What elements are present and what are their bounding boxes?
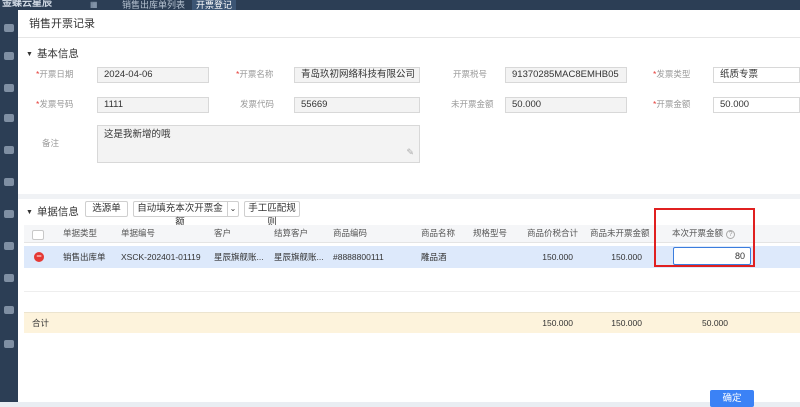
nav-home-icon[interactable]: [4, 24, 14, 32]
cell-uninvoiced: 150.000: [611, 252, 642, 262]
totals-tax-total: 150.000: [542, 318, 573, 328]
dialog-title: 销售开票记录: [18, 10, 800, 38]
invoice-amount-field[interactable]: 50.000: [713, 97, 800, 113]
basic-info-title: 基本信息: [36, 48, 79, 60]
col-product-name: 商品名称: [421, 228, 456, 238]
delete-row-icon[interactable]: −: [34, 252, 44, 262]
nav-sales-icon[interactable]: [4, 84, 14, 92]
cell-doc-type: 销售出库单: [63, 252, 106, 262]
nav-cart-icon[interactable]: [4, 274, 14, 282]
top-bar: 金蝶云星辰 ▦ 销售出库单列表 开票登记: [0, 0, 800, 10]
uninvoiced-amount-label: 未开票金额: [451, 99, 494, 109]
col-customer: 客户: [214, 228, 232, 238]
invoice-code-label: 发票代码: [240, 99, 275, 109]
collapse-triangle-icon: ▼: [26, 209, 33, 216]
manual-match-rule-button[interactable]: 手工匹配规则: [244, 201, 300, 228]
totals-uninvoiced: 150.000: [611, 318, 642, 328]
cell-settle-customer: 星辰旗舰账...: [274, 252, 324, 262]
invoice-date-field[interactable]: 2024-04-06: [97, 67, 209, 83]
invoice-name-label: *开票名称: [236, 69, 274, 79]
col-doc-type: 单据类型: [63, 228, 98, 238]
confirm-button[interactable]: 确定: [710, 390, 754, 407]
highlight-box: [654, 208, 755, 267]
remark-text: 这是我新增的哦: [104, 129, 171, 140]
section-divider: [18, 194, 800, 199]
nav-more-icon[interactable]: [4, 340, 14, 348]
tab-invoice-register[interactable]: 开票登记: [192, 0, 237, 10]
grid-menu-icon[interactable]: ▦: [90, 1, 98, 9]
nav-setting-icon[interactable]: [4, 242, 14, 250]
cell-customer: 星辰旗舰账...: [214, 252, 264, 262]
totals-this-invoice: 50.000: [702, 318, 728, 328]
detail-section-title: 单据信息: [36, 206, 79, 218]
invoice-number-field[interactable]: 1111: [97, 97, 209, 113]
col-doc-no: 单据编号: [121, 228, 156, 238]
tab-sales-outbound-list[interactable]: 销售出库单列表: [118, 0, 189, 10]
tax-no-field[interactable]: 91370285MAC8EMHB05: [505, 67, 627, 83]
col-spec: 规格型号: [473, 228, 508, 238]
invoice-number-label: *发票号码: [36, 99, 74, 109]
left-nav: [0, 10, 18, 402]
select-source-doc-button[interactable]: 选源单: [85, 201, 128, 217]
invoice-type-select[interactable]: 纸质专票: [713, 67, 800, 83]
totals-label: 合计: [32, 318, 50, 328]
nav-app-icon[interactable]: [4, 306, 14, 314]
nav-data-icon[interactable]: [4, 210, 14, 218]
remark-textarea[interactable]: 这是我新增的哦 ✎: [97, 125, 420, 163]
col-product-code: 商品编码: [333, 228, 368, 238]
basic-info-section-header[interactable]: ▼ 基本信息: [26, 46, 79, 61]
uninvoiced-amount-field: 50.000: [505, 97, 627, 113]
cell-doc-no[interactable]: XSCK-202401-01119: [121, 251, 201, 263]
chevron-down-icon[interactable]: ⌄: [227, 202, 238, 216]
nav-finance-icon[interactable]: [4, 146, 14, 154]
col-settle-customer: 结算客户: [274, 228, 309, 238]
col-tax-total: 商品价税合计: [527, 228, 579, 238]
row-separator: [24, 291, 800, 292]
collapse-triangle-icon: ▼: [26, 51, 33, 58]
invoice-type-label: *发票类型: [653, 69, 691, 79]
cell-product-name: 雕品酒: [421, 252, 447, 262]
invoice-name-field[interactable]: 青岛玖初网络科技有限公司: [294, 67, 420, 83]
invoice-date-label: *开票日期: [36, 69, 74, 79]
invoice-record-dialog: 销售开票记录 ▼ 基本信息 *开票日期 2024-04-06 *开票名称 青岛玖初…: [18, 10, 800, 407]
invoice-code-field[interactable]: 55669: [294, 97, 420, 113]
cell-product-code: #8888800111: [333, 252, 384, 262]
nav-stock-icon[interactable]: [4, 114, 14, 122]
select-all-checkbox[interactable]: [32, 230, 44, 240]
remark-label: 备注: [42, 138, 60, 148]
nav-purchase-icon[interactable]: [4, 52, 14, 60]
tax-no-label: 开票税号: [453, 69, 488, 79]
nav-report-icon[interactable]: [4, 178, 14, 186]
invoice-amount-label: *开票金额: [653, 99, 691, 109]
cell-tax-total: 150.000: [542, 252, 573, 262]
col-uninvoiced: 商品未开票金额: [590, 228, 650, 238]
detail-section-header[interactable]: ▼ 单据信息: [26, 204, 79, 219]
edit-pen-icon: ✎: [406, 147, 414, 157]
auto-fill-invoice-amount-button[interactable]: 自动填充本次开票金额 ⌄: [133, 201, 239, 228]
